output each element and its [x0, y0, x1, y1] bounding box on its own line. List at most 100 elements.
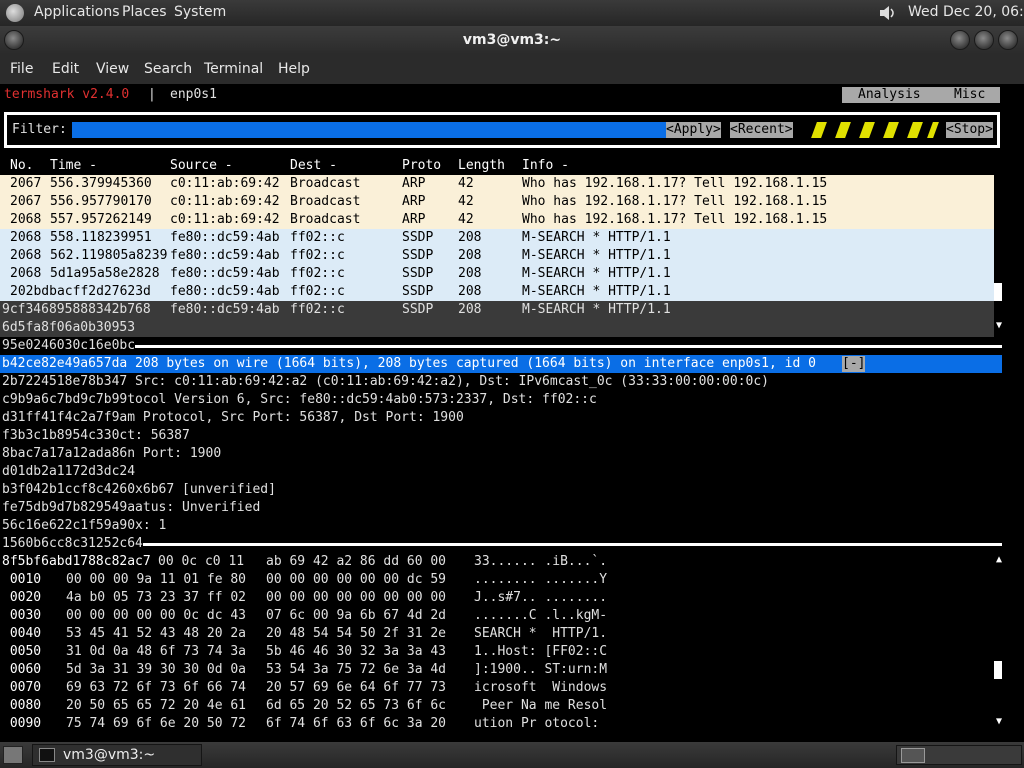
window-title-bar[interactable]: vm3@vm3:~ — [0, 26, 1024, 54]
hex-scroll-thumb[interactable] — [994, 661, 1002, 679]
col-proto[interactable]: Proto — [402, 157, 441, 175]
distro-logo-icon[interactable] — [6, 4, 24, 22]
detail-line[interactable]: d01db2a1172d3dc24 — [2, 463, 135, 481]
filter-input[interactable] — [72, 122, 666, 138]
pane-divider-label: 1560b6cc8c31252c64 — [2, 535, 143, 553]
detail-line[interactable]: 8bac7a17a12ada86n Port: 1900 — [2, 445, 221, 463]
hex-row[interactable]: 0050 31 0d 0a 48 6f 73 74 3a 5b 46 46 30… — [0, 643, 607, 661]
stop-button[interactable]: <Stop> — [946, 122, 993, 138]
window-title: vm3@vm3:~ — [462, 32, 562, 48]
detail-line[interactable]: c9b9a6c7bd9c7b99tocol Version 6, Src: fe… — [2, 391, 597, 409]
hex-row[interactable]: 0060 5d 3a 31 39 30 30 0d 0a 53 54 3a 75… — [0, 661, 607, 679]
packet-row[interactable]: 2068 562.119805a8239 fe80::dc59:4ab ff02… — [0, 247, 994, 265]
hex-bytes-left: 00 0c c0 11 — [158, 554, 245, 569]
system-menu[interactable]: System — [174, 4, 226, 20]
packet-length: 42 — [458, 194, 474, 209]
hex-bytes-left: 31 0d 0a 48 6f 73 74 3a — [66, 644, 247, 659]
menu-bar: File Edit View Search Terminal Help — [0, 54, 1024, 84]
show-desktop-icon[interactable] — [3, 746, 23, 764]
menu-terminal[interactable]: Terminal — [204, 61, 263, 77]
packet-row-selected[interactable]: 9cf346895888342b768 fe80::dc59:4ab ff02:… — [0, 301, 994, 319]
menu-search[interactable]: Search — [144, 61, 192, 77]
hex-row[interactable]: 0090 75 74 69 6f 6e 20 50 72 6f 74 6f 63… — [0, 715, 599, 733]
hex-row[interactable]: 0080 20 50 65 65 72 20 4e 61 6d 65 20 52… — [0, 697, 607, 715]
packet-no: 2068 — [10, 248, 42, 263]
detail-line[interactable]: fe75db9d7b829549aatus: Unverified — [2, 499, 260, 517]
applications-menu[interactable]: Applications — [34, 4, 120, 20]
hex-bytes-left: 53 45 41 52 43 48 20 2a — [66, 626, 247, 641]
col-dest[interactable]: Dest - — [290, 157, 337, 175]
packet-row[interactable]: 2067 556.957790170 c0:11:ab:69:42 Broadc… — [0, 193, 994, 211]
hex-row[interactable]: 0010 00 00 00 9a 11 01 fe 80 00 00 00 00… — [0, 571, 607, 589]
packet-length: 208 — [458, 284, 482, 299]
packet-length: 42 — [458, 176, 474, 191]
hex-row[interactable]: 0070 69 63 72 6f 73 6f 66 74 20 57 69 6e… — [0, 679, 607, 697]
packet-row[interactable]: 2068 5d1a95a58e2828 fe80::dc59:4ab ff02:… — [0, 265, 994, 283]
packet-proto: SSDP — [402, 266, 434, 281]
col-time[interactable]: Time - — [50, 157, 97, 175]
packet-list-scroll-thumb[interactable] — [994, 283, 1002, 301]
terminal-area[interactable]: termshark v2.4.0 | enp0s1 Analysis Misc … — [0, 84, 1024, 742]
hex-row[interactable]: 0020 4a b0 05 73 23 37 ff 02 00 00 00 00… — [0, 589, 607, 607]
detail-line[interactable]: 56c16e622c1f59a90x: 1 — [2, 517, 166, 535]
col-source[interactable]: Source - — [170, 157, 233, 175]
packet-row[interactable]: 2068 558.118239951 fe80::dc59:4ab ff02::… — [0, 229, 994, 247]
detail-line[interactable]: d31ff41f4c2a7f9am Protocol, Src Port: 56… — [2, 409, 464, 427]
menu-view[interactable]: View — [96, 61, 129, 77]
clock[interactable]: Wed Dec 20, 06:57 — [908, 4, 1024, 20]
packet-no: 9cf346895888342b768 — [2, 302, 151, 317]
detail-line[interactable]: b3f042b1ccf8c4260x6b67 [unverified] — [2, 481, 276, 499]
taskbar-item-terminal[interactable]: vm3@vm3:~ — [32, 744, 202, 766]
col-no[interactable]: No. — [10, 157, 33, 175]
packet-time: 556.957790170 — [50, 194, 152, 209]
hex-ascii: 1..Host: [FF02::C — [474, 644, 608, 659]
packet-dest: ff02::c — [290, 284, 345, 299]
detail-collapse-toggle[interactable]: [-] — [842, 356, 866, 372]
scroll-down-arrow-icon[interactable]: ▼ — [994, 320, 1004, 331]
close-button[interactable] — [998, 30, 1018, 50]
menu-help[interactable]: Help — [278, 61, 310, 77]
hex-row[interactable]: 8f5bf6abd1788c82ac7 00 0c c0 11 ab 69 42… — [0, 553, 607, 571]
packet-info: Who has 192.168.1.17? Tell 192.168.1.15 — [522, 212, 828, 227]
maximize-button[interactable] — [974, 30, 994, 50]
packet-row[interactable]: 2067 556.379945360 c0:11:ab:69:42 Broadc… — [0, 175, 994, 193]
hex-bytes-right: 5b 46 46 30 32 3a 3a 43 — [266, 644, 447, 659]
workspace-1[interactable] — [901, 748, 925, 763]
hex-ascii: ution Pr otocol: — [474, 716, 608, 731]
scroll-up-arrow-icon[interactable]: ▲ — [994, 554, 1004, 565]
packet-source: fe80::dc59:4ab — [170, 284, 280, 299]
detail-line[interactable]: 2b7224518e78b347 Src: c0:11:ab:69:42:a2 … — [2, 373, 769, 391]
pane-divider[interactable] — [4, 345, 1002, 348]
minimize-button[interactable] — [950, 30, 970, 50]
apply-button[interactable]: <Apply> — [666, 122, 721, 138]
hex-ascii: icrosoft Windows — [474, 680, 608, 695]
pane-divider[interactable] — [4, 543, 1002, 546]
scroll-down-arrow-icon[interactable]: ▼ — [994, 716, 1004, 727]
menu-file[interactable]: File — [10, 61, 33, 77]
detail-line[interactable]: f3b3c1b8954c330ct: 56387 — [2, 427, 190, 445]
hex-ascii: .......C .l..kgM- — [474, 608, 608, 623]
misc-tab[interactable]: Misc — [954, 86, 985, 104]
packet-source: fe80::dc59:4ab — [170, 266, 280, 281]
recent-button[interactable]: <Recent> — [730, 122, 793, 138]
hex-row[interactable]: 0040 53 45 41 52 43 48 20 2a 20 48 54 54… — [0, 625, 607, 643]
workspace-switcher[interactable] — [896, 745, 1022, 765]
packet-time: 562.119805a8239 — [50, 248, 168, 263]
app-name: termshark v2.4.0 — [4, 87, 130, 102]
places-menu[interactable]: Places — [122, 4, 167, 20]
col-length[interactable]: Length — [458, 157, 505, 175]
hex-bytes-left: 69 63 72 6f 73 6f 66 74 — [66, 680, 247, 695]
top-tabs: Analysis Misc — [842, 87, 1000, 103]
hex-offset: 0020 — [2, 590, 42, 605]
filter-label: Filter: — [12, 122, 67, 137]
analysis-tab[interactable]: Analysis — [858, 86, 921, 104]
menu-edit[interactable]: Edit — [52, 61, 79, 77]
top-panel: Applications Places System Wed Dec 20, 0… — [0, 0, 1024, 26]
volume-icon[interactable] — [878, 3, 898, 23]
packet-no: 2068 — [10, 212, 42, 227]
col-info[interactable]: Info - — [522, 157, 569, 175]
packet-row[interactable]: 202bdbacff2d27623d fe80::dc59:4ab ff02::… — [0, 283, 994, 301]
hex-row[interactable]: 0030 00 00 00 00 00 0c dc 43 07 6c 00 9a… — [0, 607, 607, 625]
detail-frame-line[interactable]: b42ce82e49a657da 208 bytes on wire (1664… — [2, 355, 816, 373]
packet-row[interactable]: 2068 557.957262149 c0:11:ab:69:42 Broadc… — [0, 211, 994, 229]
